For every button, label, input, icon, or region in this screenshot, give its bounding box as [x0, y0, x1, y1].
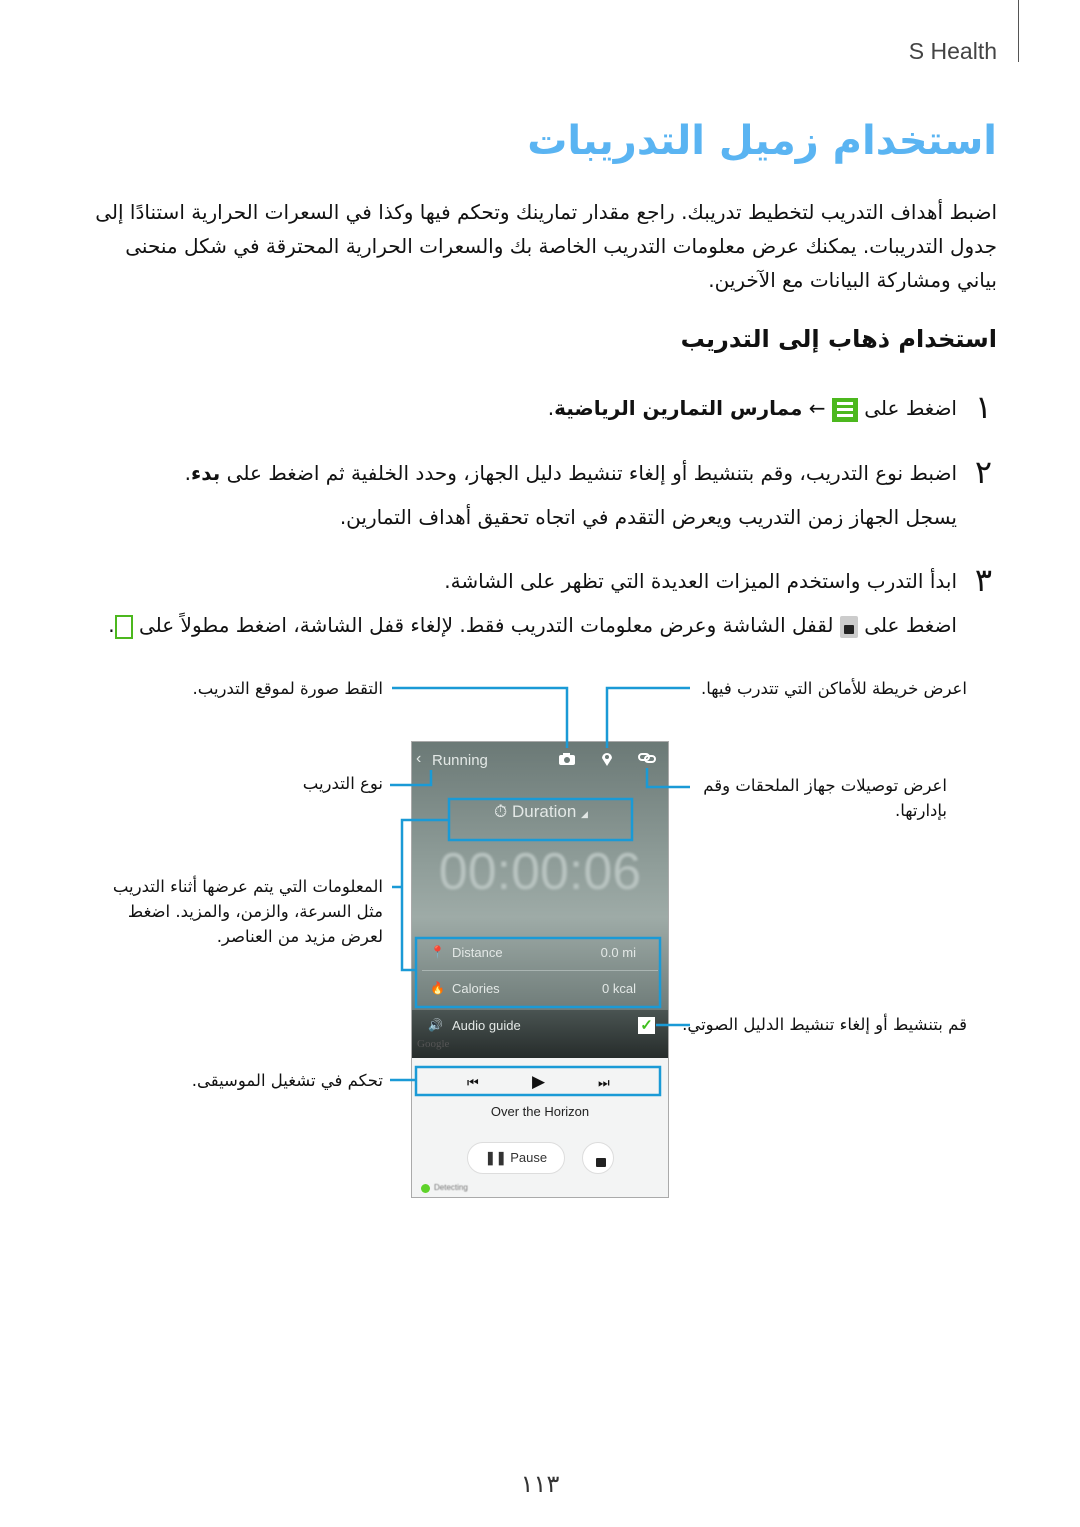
page-number: ١١٣ — [520, 1470, 560, 1498]
callout-line-map — [605, 686, 690, 748]
callout-line-photo — [392, 686, 569, 748]
callout-line-type — [390, 770, 433, 787]
music-highlight — [414, 1065, 662, 1097]
callout-lines — [390, 686, 690, 1097]
mode-highlight — [447, 797, 634, 842]
stats-highlight — [414, 936, 662, 1009]
callout-line-info — [400, 818, 449, 972]
callout-line-accessories — [645, 768, 690, 789]
